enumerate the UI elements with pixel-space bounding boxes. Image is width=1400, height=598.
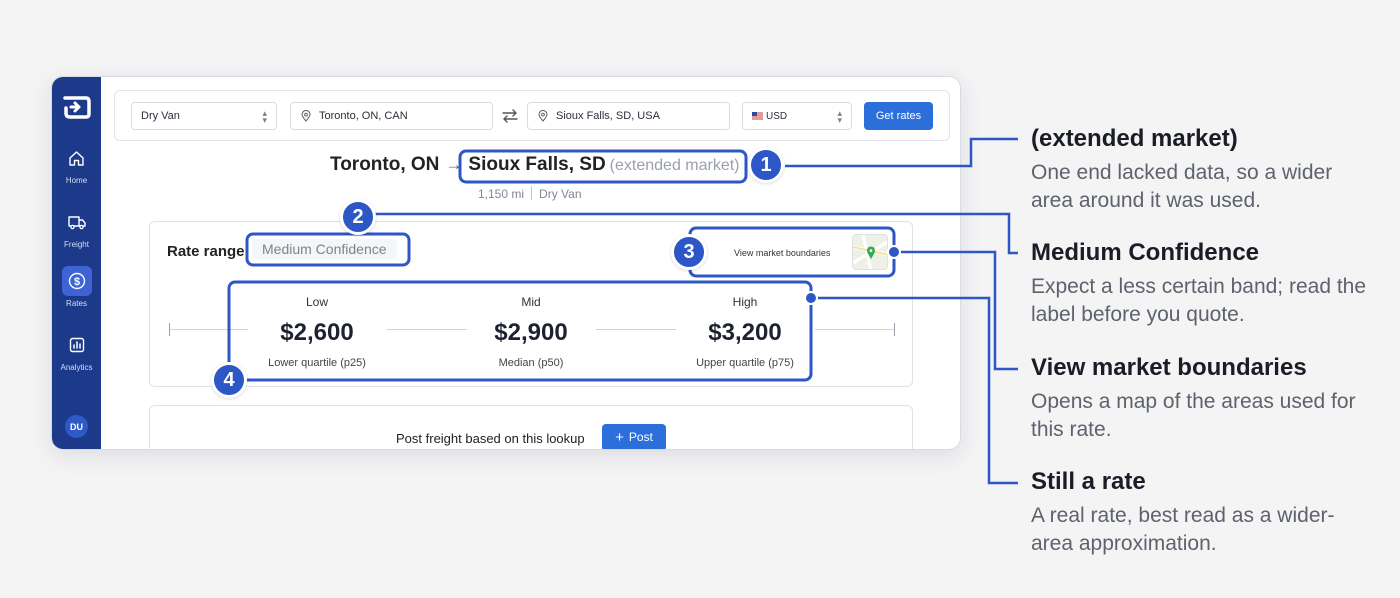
callout-number-1: 1	[748, 147, 784, 183]
connector-1	[785, 137, 1018, 168]
callout-box-4	[227, 280, 813, 382]
connector-4	[811, 296, 1018, 485]
note-title: View market boundaries	[1031, 354, 1307, 381]
note-medium-confidence: Medium Confidence Expect a less certain …	[1031, 239, 1371, 329]
callout-box-2	[245, 232, 411, 267]
note-body: A real rate, best read as a wider-area a…	[1031, 504, 1335, 555]
note-title: Medium Confidence	[1031, 239, 1260, 266]
note-body: Opens a map of the areas used for this r…	[1031, 390, 1356, 441]
note-view-market-boundaries: View market boundaries Opens a map of th…	[1031, 354, 1371, 444]
note-still-a-rate: Still a rate A real rate, best read as a…	[1031, 468, 1371, 558]
callout-number-3: 3	[671, 234, 707, 270]
note-extended-market: (extended market) One end lacked data, s…	[1031, 125, 1371, 215]
note-title: Still a rate	[1031, 468, 1146, 495]
connector-dot	[804, 291, 818, 305]
callout-box-1	[458, 149, 748, 184]
note-body: One end lacked data, so a wider area aro…	[1031, 161, 1333, 212]
callout-number-4: 4	[211, 362, 247, 398]
connector-3	[894, 250, 1018, 371]
callout-box-3	[688, 226, 896, 278]
callout-number-2: 2	[340, 199, 376, 235]
note-title: (extended market)	[1031, 125, 1238, 152]
connector-dot	[887, 245, 901, 259]
note-body: Expect a less certain band; read the lab…	[1031, 275, 1367, 326]
